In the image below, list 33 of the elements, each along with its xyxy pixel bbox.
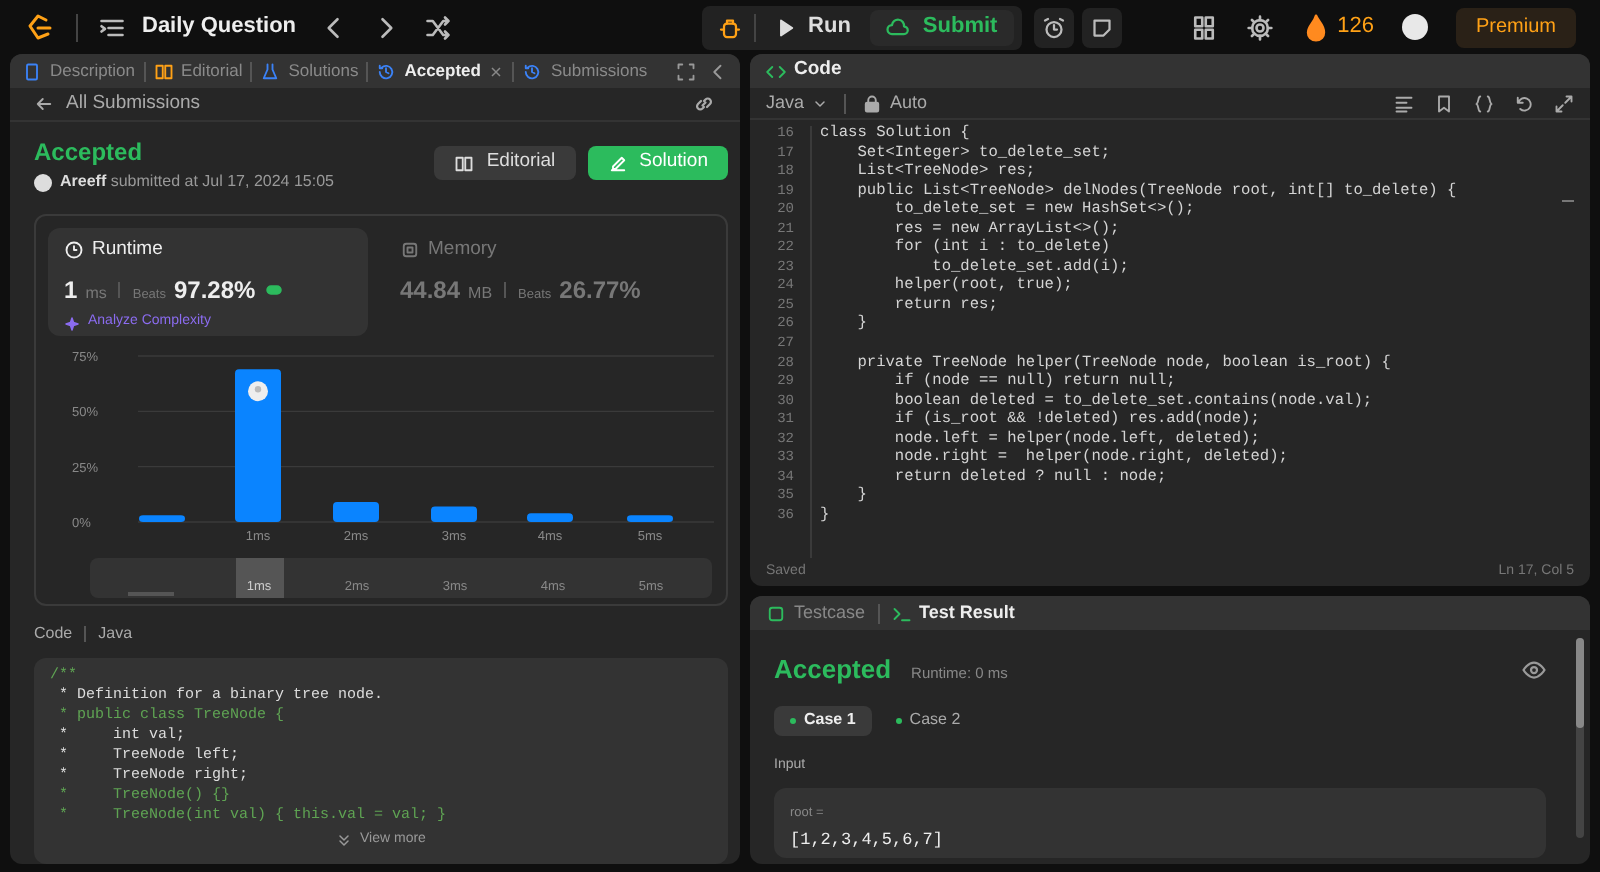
all-submissions-link[interactable]: All Submissions: [66, 89, 201, 119]
panel-tab[interactable]: Testcase: [794, 599, 866, 627]
metric-title: Memory: [428, 236, 497, 264]
result-status: Accepted: [774, 652, 892, 688]
metric-unit: MB: [468, 282, 493, 307]
metric-value: 1: [64, 274, 78, 309]
problem-list-title[interactable]: Daily Question: [142, 10, 297, 44]
panel-tab[interactable]: Description: [50, 58, 136, 84]
case-tab[interactable]: Case 1: [774, 705, 872, 735]
streak-count[interactable]: 126: [1337, 10, 1374, 44]
beats-percentage: 26.77%: [559, 274, 641, 309]
metric-value: 44.84: [400, 274, 461, 309]
code-label: Code: [34, 622, 73, 646]
panel-tab[interactable]: Accepted: [404, 58, 481, 84]
beats-percentage: 97.28%: [173, 274, 256, 309]
submit-button[interactable]: Submit: [870, 9, 1014, 45]
submission-info: Areeff submitted at Jul 17, 2024 15:05: [60, 170, 334, 194]
parameter-value: [1,2,3,4,5,6,7]: [790, 827, 946, 853]
panel-tab[interactable]: Submissions: [550, 58, 648, 84]
language-label: Java: [98, 622, 133, 646]
panel-tab[interactable]: Solutions: [288, 58, 359, 84]
metric-unit: ms: [85, 282, 107, 307]
code-tab[interactable]: Code: [794, 56, 842, 86]
language-dropdown[interactable]: Java: [766, 89, 829, 117]
mode-label: Auto: [890, 89, 928, 116]
metric-title: Runtime: [92, 236, 163, 264]
case-tab[interactable]: Case 2: [879, 705, 977, 735]
submission-status: Accepted: [34, 138, 145, 166]
panel-tab[interactable]: Test Result: [919, 599, 1015, 627]
editorial-button[interactable]: Editorial: [434, 146, 576, 180]
panel-tab[interactable]: Editorial: [181, 58, 243, 84]
run-button[interactable]: Run: [760, 9, 867, 45]
premium-button[interactable]: Premium: [1455, 7, 1576, 47]
